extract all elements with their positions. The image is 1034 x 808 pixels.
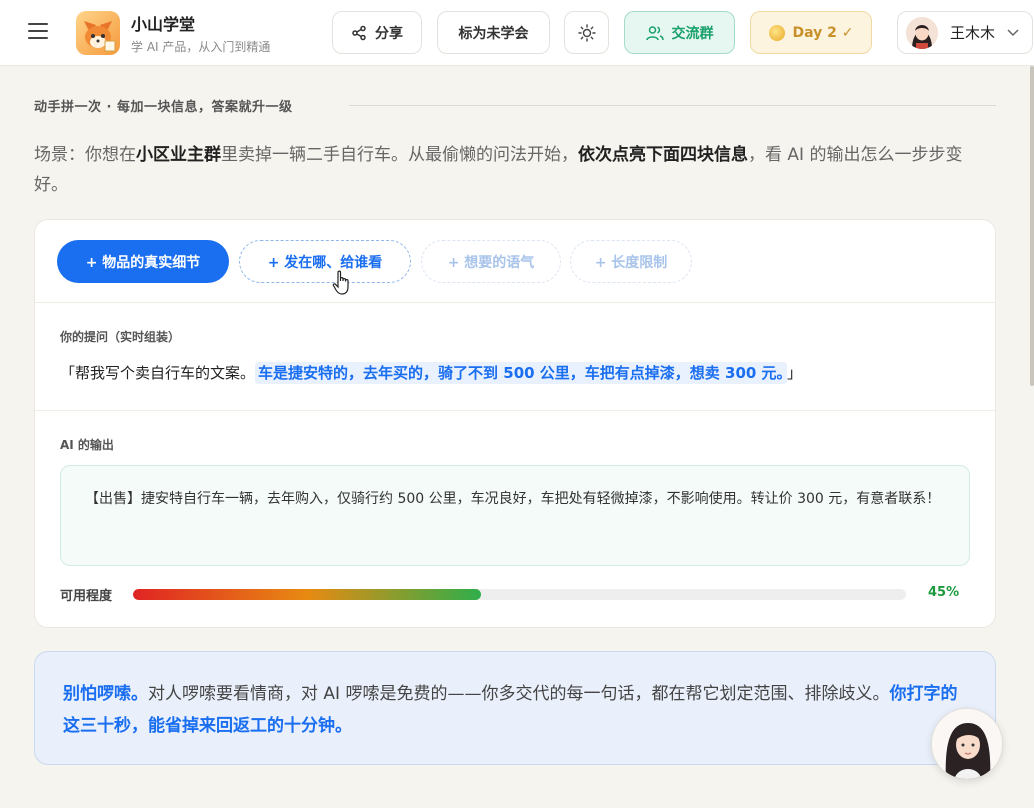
card-divider: [35, 302, 995, 303]
prompt-label: 你的提问（实时组装）: [60, 330, 181, 344]
top-header: 小山学堂 学 AI 产品，从入门到精通 分享 标为未学会 交流群 Day 2 ✓…: [0, 0, 1034, 66]
ai-output-box: 【出售】捷安特自行车一辆，去年购入，仅骑行约 500 公里，车况良好，车把处有轻…: [60, 465, 970, 566]
scenario-text: 场景：你想在小区业主群里卖掉一辆二手自行车。从最偷懒的问法开始，依次点亮下面四块…: [34, 145, 963, 195]
community-group-button[interactable]: 交流群: [624, 11, 735, 54]
sun-icon: [577, 23, 596, 42]
fox-logo[interactable]: [76, 11, 120, 55]
day-label: Day 2 ✓: [792, 24, 854, 41]
share-icon: [352, 25, 366, 40]
share-button[interactable]: 分享: [332, 11, 422, 54]
tip-callout: 别怕啰嗦。对人啰嗦要看情商，对 AI 啰嗦是免费的——你多交代的每一句话，都在帮…: [34, 651, 996, 765]
usability-value: 45%: [928, 585, 960, 600]
day-progress-button[interactable]: Day 2 ✓: [750, 11, 872, 54]
mark-label: 标为未学会: [458, 25, 529, 42]
card-divider: [35, 410, 995, 411]
section-divider: [349, 105, 996, 106]
prompt-text: 「帮我写个卖自行车的文案。 车是捷安特的，去年买的，骑了不到 500 公里，车把有…: [60, 362, 803, 384]
group-label: 交流群: [671, 25, 714, 42]
brand-subtitle: 学 AI 产品，从入门到精通: [131, 40, 271, 54]
pill-item-details[interactable]: + 物品的真实细节: [57, 240, 229, 283]
users-icon: [645, 25, 664, 40]
usability-bar: [133, 589, 906, 600]
share-label: 分享: [375, 25, 403, 42]
section-label: 动手拼一次 · 每加一块信息，答案就升一级: [34, 100, 293, 115]
user-name: 王木木: [950, 24, 996, 42]
mark-unlearned-button[interactable]: 标为未学会: [437, 11, 550, 54]
chevron-down-icon: [1007, 28, 1019, 36]
assistant-avatar-button[interactable]: [931, 708, 1003, 780]
theme-toggle-button[interactable]: [564, 11, 609, 54]
hand-cursor-icon: [332, 270, 349, 295]
pill-where-audience[interactable]: + 发在哪、给谁看: [239, 240, 411, 283]
prompt-builder-card: + 物品的真实细节 + 发在哪、给谁看 + 想要的语气 + 长度限制 你的提问（…: [34, 219, 996, 628]
pill-tone[interactable]: + 想要的语气: [421, 240, 561, 283]
pill-length-limit[interactable]: + 长度限制: [570, 240, 692, 283]
ai-output-label: AI 的输出: [60, 438, 114, 452]
usability-label: 可用程度: [60, 589, 113, 604]
brand-title: 小山学堂: [131, 15, 196, 34]
usability-bar-fill: [133, 589, 481, 600]
menu-icon[interactable]: [28, 23, 48, 41]
prompt-highlight: 车是捷安特的，去年买的，骑了不到 500 公里，车把有点掉漆，想卖 300 元。: [255, 362, 788, 384]
coin-icon: [768, 24, 785, 41]
user-menu[interactable]: 王木木: [897, 11, 1033, 54]
avatar: [906, 16, 938, 49]
scrollbar-thumb[interactable]: [1030, 66, 1034, 386]
